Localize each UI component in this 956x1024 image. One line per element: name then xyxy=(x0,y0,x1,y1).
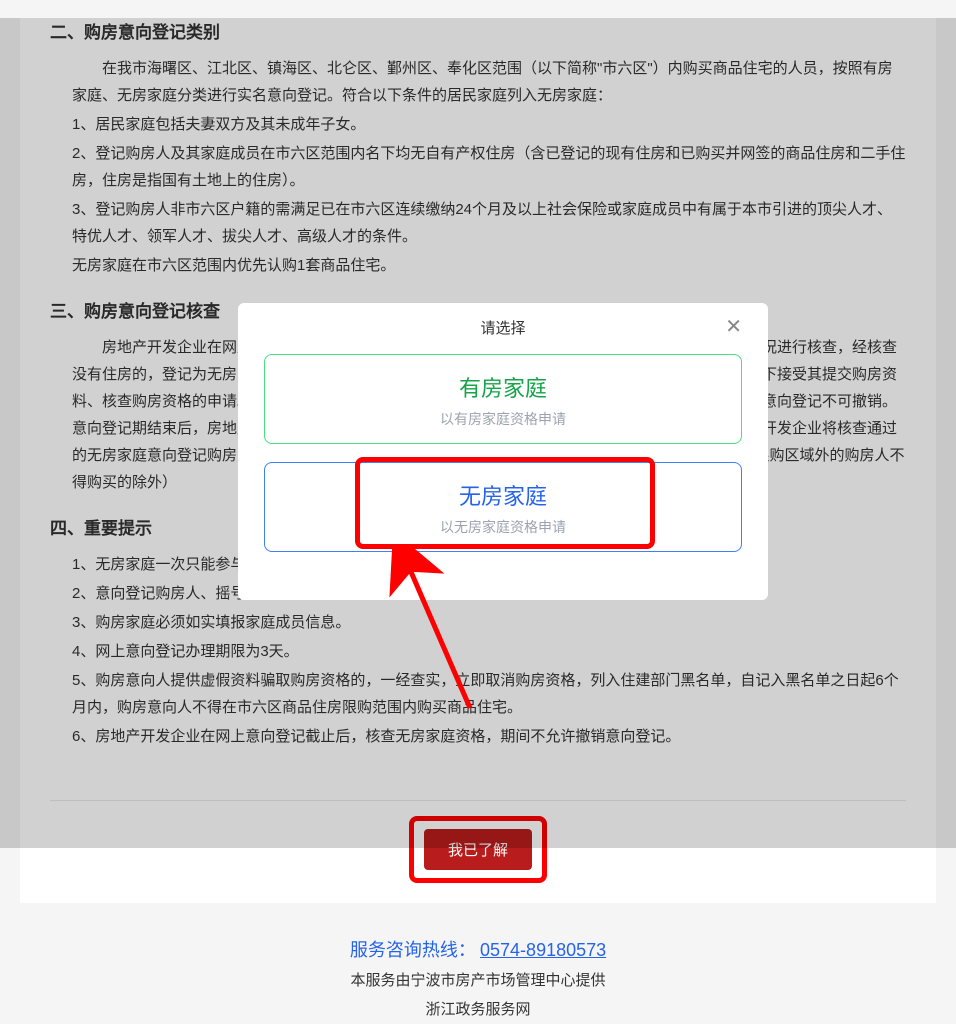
close-icon[interactable]: ✕ xyxy=(725,317,742,337)
option-no-house-title: 无房家庭 xyxy=(265,479,741,511)
modal-title: 请选择 xyxy=(480,320,525,337)
page-footer: 服务咨询热线： 0574-89180573 本服务由宁波市房产市场管理中心提供 … xyxy=(0,933,956,1024)
footer-portal: 浙江政务服务网 xyxy=(0,996,956,1024)
option-has-house[interactable]: 有房家庭 以有房家庭资格申请 xyxy=(264,354,742,444)
option-no-house[interactable]: 无房家庭 以无房家庭资格申请 xyxy=(264,462,742,552)
choice-modal: 请选择 ✕ 有房家庭 以有房家庭资格申请 无房家庭 以无房家庭资格申请 xyxy=(238,303,768,600)
hotline-label: 服务咨询热线： xyxy=(350,940,476,960)
hotline-phone[interactable]: 0574-89180573 xyxy=(480,940,606,960)
option-no-house-sub: 以无房家庭资格申请 xyxy=(265,517,741,537)
footer-provider: 本服务由宁波市房产市场管理中心提供 xyxy=(0,967,956,996)
option-has-house-title: 有房家庭 xyxy=(265,371,741,403)
option-has-house-sub: 以有房家庭资格申请 xyxy=(265,409,741,429)
modal-header: 请选择 ✕ xyxy=(264,317,742,338)
